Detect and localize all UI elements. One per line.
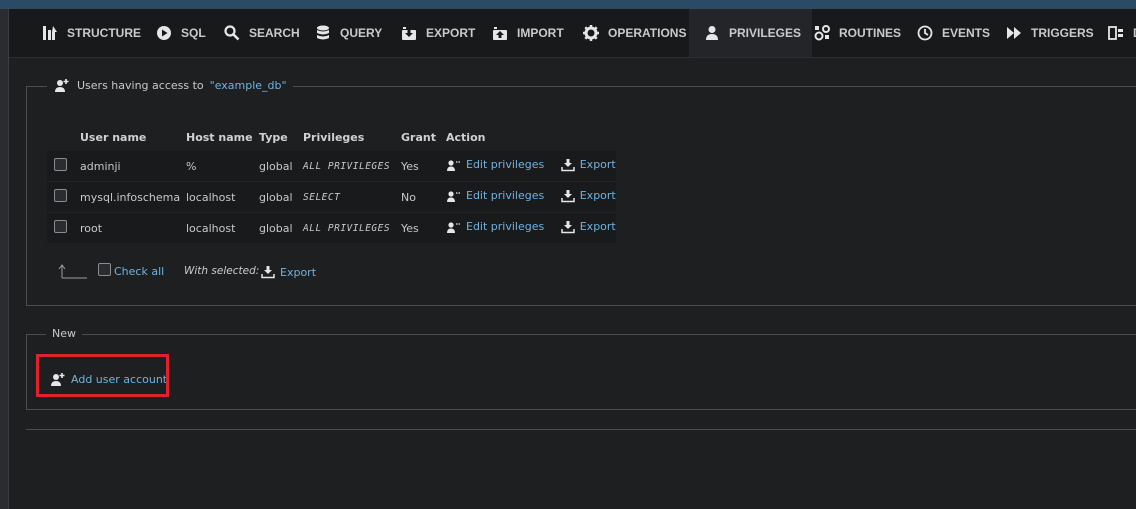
routines-icon <box>814 25 830 41</box>
triggers-icon <box>1007 27 1021 39</box>
edit-privileges-link[interactable]: Edit privileges <box>446 220 544 234</box>
row-checkbox[interactable] <box>54 189 67 202</box>
tab-designer[interactable]: D <box>1107 9 1136 57</box>
cell-action: Edit privileges Export <box>446 212 616 243</box>
tab-sql[interactable]: SQL <box>155 9 206 57</box>
import-icon <box>493 27 507 40</box>
edit-privileges-link[interactable]: Edit privileges <box>446 158 544 172</box>
export-user-link[interactable]: Export <box>560 220 616 234</box>
tab-label: STRUCTURE <box>67 26 141 40</box>
tab-bar: STRUCTURE SQL SEARCH QUERY EXPORT IMPORT… <box>9 9 1136 58</box>
row-checkbox[interactable] <box>54 158 67 171</box>
edit-user-icon <box>447 159 461 171</box>
row-checkbox[interactable] <box>54 220 67 233</box>
table-row: adminji % global ALL PRIVILEGES Yes Edit… <box>47 151 616 182</box>
db-name-link[interactable]: "example_db" <box>210 79 287 92</box>
tab-label: ROUTINES <box>839 26 902 40</box>
divider <box>26 429 1136 430</box>
header-type: Type <box>259 131 288 144</box>
user-icon <box>706 26 718 40</box>
export-user-link[interactable]: Export <box>560 158 616 172</box>
check-all-label[interactable]: Check all <box>114 265 164 278</box>
cell-type: global <box>259 212 303 243</box>
export-icon <box>402 27 416 40</box>
cell-user: mysql.infoschema <box>80 181 186 213</box>
tab-export[interactable]: EXPORT <box>400 9 475 57</box>
cell-grant: No <box>401 181 446 213</box>
cell-user: adminji <box>80 159 121 173</box>
tab-events[interactable]: EVENTS <box>916 9 990 57</box>
download-icon <box>560 189 575 202</box>
cell-grant: Yes <box>401 212 446 243</box>
tab-label: OPERATIONS <box>608 26 687 40</box>
tab-label: IMPORT <box>517 26 564 40</box>
tab-operations[interactable]: OPERATIONS <box>582 9 686 57</box>
cell-grant: Yes <box>401 159 419 173</box>
cell-privileges: ALL PRIVILEGES <box>303 212 401 243</box>
tab-routines[interactable]: ROUTINES <box>813 9 901 57</box>
tab-search[interactable]: SEARCH <box>223 9 300 57</box>
download-icon <box>560 158 575 171</box>
check-all-checkbox[interactable] <box>98 263 111 276</box>
tab-structure[interactable]: STRUCTURE <box>41 9 141 57</box>
clock-icon <box>917 25 933 41</box>
users-table: User name Host name Type Privileges Gran… <box>47 124 616 243</box>
header-host-name[interactable]: Host name <box>186 124 259 151</box>
tab-import[interactable]: IMPORT <box>491 9 564 57</box>
cell-user: root <box>80 212 186 243</box>
tab-query[interactable]: QUERY <box>314 9 382 57</box>
header-grant: Grant <box>401 131 436 144</box>
cell-host: localhost <box>186 212 259 243</box>
tab-label: QUERY <box>340 26 383 40</box>
table-row: mysql.infoschema localhost global SELECT… <box>47 181 616 213</box>
cell-type: global <box>259 159 293 173</box>
download-icon <box>560 220 575 233</box>
cell-privileges: SELECT <box>303 181 401 213</box>
designer-icon <box>1108 26 1123 40</box>
tab-label: PRIVILEGES <box>729 26 802 40</box>
edit-privileges-link[interactable]: Edit privileges <box>446 189 544 203</box>
table-header-row: User name Host name Type Privileges Gran… <box>47 124 616 151</box>
header-user-name[interactable]: User name <box>80 124 186 151</box>
tab-triggers[interactable]: TRIGGERS <box>1005 9 1094 57</box>
cell-host: localhost <box>186 181 259 213</box>
window-top-strip <box>0 0 1136 9</box>
edit-user-icon <box>447 190 461 202</box>
tab-label: SQL <box>181 26 206 40</box>
tab-label: SEARCH <box>249 26 300 40</box>
navigation-panel-edge[interactable] <box>0 9 9 509</box>
cell-action: Edit privileges Export <box>446 181 616 213</box>
cell-host: % <box>186 159 197 173</box>
users-legend-text: Users having access to <box>77 78 204 92</box>
select-arrow-icon <box>58 264 87 279</box>
tab-label: EXPORT <box>426 26 476 40</box>
new-legend: New <box>46 327 82 340</box>
search-icon <box>224 25 240 41</box>
header-action: Action <box>446 131 486 144</box>
structure-icon <box>43 26 57 40</box>
highlight-box <box>36 354 169 397</box>
edit-user-icon <box>447 221 461 233</box>
new-fieldset <box>26 334 1136 410</box>
download-icon <box>261 266 275 279</box>
sql-icon <box>157 26 171 40</box>
cell-privileges: ALL PRIVILEGES <box>303 160 391 172</box>
header-checkbox-col <box>47 124 80 151</box>
cell-action: Edit privileges Export <box>446 151 616 182</box>
tab-privileges[interactable]: PRIVILEGES <box>689 9 812 57</box>
header-privileges: Privileges <box>303 131 365 144</box>
export-user-link[interactable]: Export <box>560 189 616 203</box>
bulk-export-button[interactable]: Export <box>260 265 316 279</box>
tab-label: EVENTS <box>942 26 991 40</box>
users-legend: Users having access to "example_db" <box>47 77 293 93</box>
cell-type: global <box>259 181 303 213</box>
gear-icon <box>583 25 599 41</box>
tab-label: TRIGGERS <box>1031 26 1094 40</box>
add-user-icon <box>55 79 69 92</box>
with-selected-label: With selected: <box>184 265 260 277</box>
query-icon <box>317 25 329 40</box>
table-row: root localhost global ALL PRIVILEGES Yes… <box>47 212 616 243</box>
